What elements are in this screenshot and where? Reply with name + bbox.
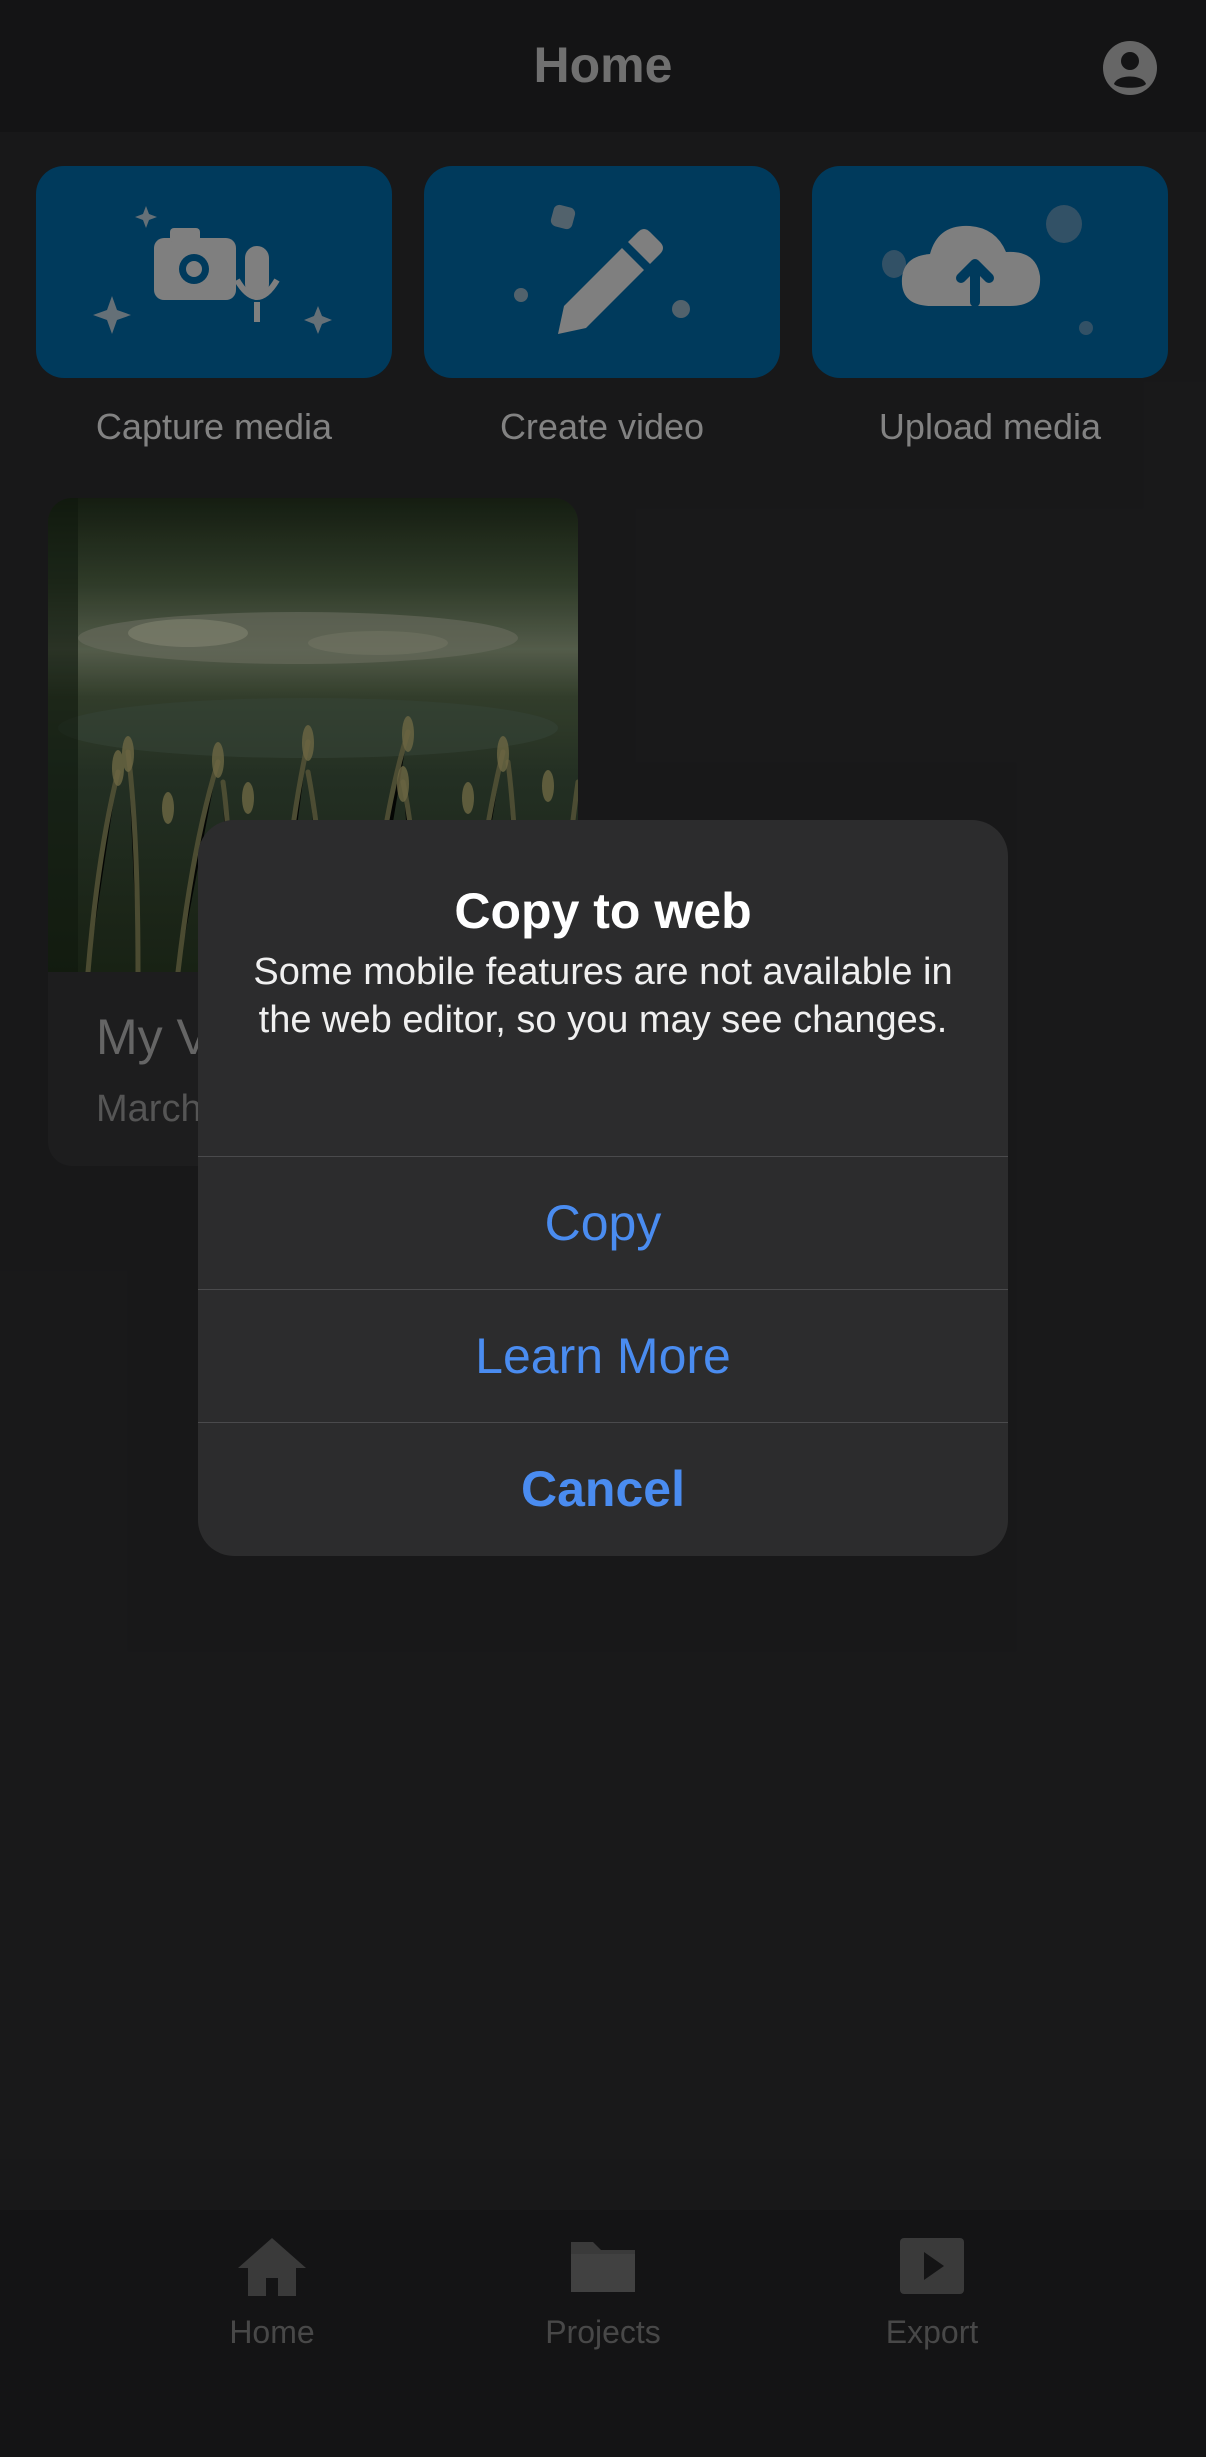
dialog-message: Some mobile features are not available i… bbox=[253, 951, 953, 1041]
copy-button[interactable]: Copy bbox=[198, 1156, 1008, 1289]
dialog-title: Copy to web bbox=[454, 883, 752, 939]
learn-more-button[interactable]: Learn More bbox=[198, 1289, 1008, 1422]
copy-to-web-dialog: Copy to web Some mobile features are not… bbox=[198, 820, 1008, 1556]
cancel-button[interactable]: Cancel bbox=[198, 1422, 1008, 1555]
